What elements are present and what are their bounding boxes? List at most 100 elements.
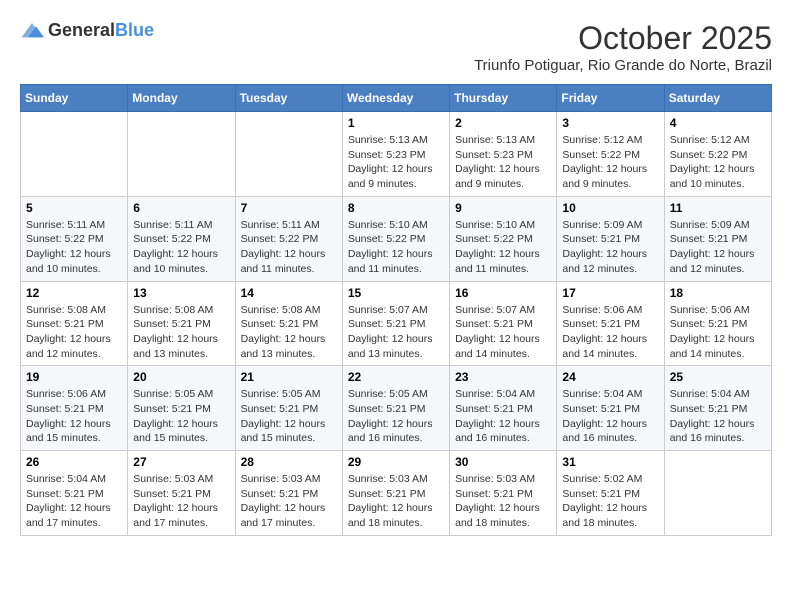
calendar-day-cell xyxy=(128,112,235,197)
logo-icon xyxy=(20,21,44,41)
calendar-table: SundayMondayTuesdayWednesdayThursdayFrid… xyxy=(20,84,772,536)
day-number: 6 xyxy=(133,201,229,215)
day-info: Sunrise: 5:04 AM Sunset: 5:21 PM Dayligh… xyxy=(455,387,551,446)
calendar-day-cell: 21Sunrise: 5:05 AM Sunset: 5:21 PM Dayli… xyxy=(235,366,342,451)
logo-blue: Blue xyxy=(115,20,154,40)
title-area: October 2025 Triunfo Potiguar, Rio Grand… xyxy=(474,20,772,74)
day-info: Sunrise: 5:06 AM Sunset: 5:21 PM Dayligh… xyxy=(562,303,658,362)
day-info: Sunrise: 5:13 AM Sunset: 5:23 PM Dayligh… xyxy=(455,133,551,192)
day-number: 31 xyxy=(562,455,658,469)
day-info: Sunrise: 5:03 AM Sunset: 5:21 PM Dayligh… xyxy=(455,472,551,531)
day-info: Sunrise: 5:03 AM Sunset: 5:21 PM Dayligh… xyxy=(133,472,229,531)
calendar-day-cell: 2 Sunrise: 5:13 AM Sunset: 5:23 PM Daylig… xyxy=(450,112,557,197)
calendar-day-cell: 4 Sunrise: 5:12 AM Sunset: 5:22 PM Daylig… xyxy=(664,112,771,197)
calendar-day-cell: 17 Sunrise: 5:06 AM Sunset: 5:21 PM Dayli… xyxy=(557,281,664,366)
calendar-day-cell: 29 Sunrise: 5:03 AM Sunset: 5:21 PM Dayli… xyxy=(342,451,449,536)
calendar-body: 1 Sunrise: 5:13 AM Sunset: 5:23 PM Daylig… xyxy=(21,112,772,536)
calendar-day-cell: 3Sunrise: 5:12 AM Sunset: 5:22 PM Daylig… xyxy=(557,112,664,197)
weekday-header-cell: Saturday xyxy=(664,85,771,112)
weekday-header-cell: Tuesday xyxy=(235,85,342,112)
day-info: Sunrise: 5:04 AM Sunset: 5:21 PM Dayligh… xyxy=(26,472,122,531)
day-info: Sunrise: 5:08 AM Sunset: 5:21 PM Dayligh… xyxy=(26,303,122,362)
day-number: 16 xyxy=(455,286,551,300)
day-info: Sunrise: 5:13 AM Sunset: 5:23 PM Dayligh… xyxy=(348,133,444,192)
day-info: Sunrise: 5:03 AM Sunset: 5:21 PM Dayligh… xyxy=(348,472,444,531)
calendar-day-cell: 28Sunrise: 5:03 AM Sunset: 5:21 PM Dayli… xyxy=(235,451,342,536)
calendar-day-cell: 31 Sunrise: 5:02 AM Sunset: 5:21 PM Dayli… xyxy=(557,451,664,536)
day-info: Sunrise: 5:06 AM Sunset: 5:21 PM Dayligh… xyxy=(670,303,766,362)
day-info: Sunrise: 5:12 AM Sunset: 5:22 PM Dayligh… xyxy=(670,133,766,192)
calendar-day-cell xyxy=(664,451,771,536)
logo-general: General xyxy=(48,20,115,40)
calendar-day-cell: 30 Sunrise: 5:03 AM Sunset: 5:21 PM Dayli… xyxy=(450,451,557,536)
weekday-header-cell: Monday xyxy=(128,85,235,112)
calendar-week-row: 5 Sunrise: 5:11 AM Sunset: 5:22 PM Daylig… xyxy=(21,196,772,281)
day-info: Sunrise: 5:06 AM Sunset: 5:21 PM Dayligh… xyxy=(26,387,122,446)
day-info: Sunrise: 5:08 AM Sunset: 5:21 PM Dayligh… xyxy=(241,303,337,362)
day-number: 2 xyxy=(455,116,551,130)
day-info: Sunrise: 5:07 AM Sunset: 5:21 PM Dayligh… xyxy=(348,303,444,362)
day-info: Sunrise: 5:05 AM Sunset: 5:21 PM Dayligh… xyxy=(348,387,444,446)
day-number: 29 xyxy=(348,455,444,469)
day-number: 22 xyxy=(348,370,444,384)
calendar-week-row: 19Sunrise: 5:06 AM Sunset: 5:21 PM Dayli… xyxy=(21,366,772,451)
day-info: Sunrise: 5:11 AM Sunset: 5:22 PM Dayligh… xyxy=(26,218,122,277)
weekday-header-cell: Sunday xyxy=(21,85,128,112)
calendar-day-cell: 5 Sunrise: 5:11 AM Sunset: 5:22 PM Daylig… xyxy=(21,196,128,281)
calendar-week-row: 1 Sunrise: 5:13 AM Sunset: 5:23 PM Daylig… xyxy=(21,112,772,197)
day-info: Sunrise: 5:05 AM Sunset: 5:21 PM Dayligh… xyxy=(133,387,229,446)
day-number: 26 xyxy=(26,455,122,469)
day-number: 11 xyxy=(670,201,766,215)
day-info: Sunrise: 5:09 AM Sunset: 5:21 PM Dayligh… xyxy=(562,218,658,277)
day-number: 20 xyxy=(133,370,229,384)
calendar-day-cell: 22 Sunrise: 5:05 AM Sunset: 5:21 PM Dayli… xyxy=(342,366,449,451)
calendar-day-cell: 7Sunrise: 5:11 AM Sunset: 5:22 PM Daylig… xyxy=(235,196,342,281)
month-title: October 2025 xyxy=(474,20,772,57)
day-info: Sunrise: 5:05 AM Sunset: 5:21 PM Dayligh… xyxy=(241,387,337,446)
day-number: 30 xyxy=(455,455,551,469)
calendar-day-cell: 25Sunrise: 5:04 AM Sunset: 5:21 PM Dayli… xyxy=(664,366,771,451)
day-number: 13 xyxy=(133,286,229,300)
weekday-header-cell: Wednesday xyxy=(342,85,449,112)
day-info: Sunrise: 5:10 AM Sunset: 5:22 PM Dayligh… xyxy=(455,218,551,277)
day-info: Sunrise: 5:11 AM Sunset: 5:22 PM Dayligh… xyxy=(241,218,337,277)
calendar-day-cell: 24Sunrise: 5:04 AM Sunset: 5:21 PM Dayli… xyxy=(557,366,664,451)
calendar-day-cell: 6Sunrise: 5:11 AM Sunset: 5:22 PM Daylig… xyxy=(128,196,235,281)
calendar-day-cell: 9Sunrise: 5:10 AM Sunset: 5:22 PM Daylig… xyxy=(450,196,557,281)
calendar-day-cell: 12Sunrise: 5:08 AM Sunset: 5:21 PM Dayli… xyxy=(21,281,128,366)
day-number: 1 xyxy=(348,116,444,130)
calendar-day-cell: 1 Sunrise: 5:13 AM Sunset: 5:23 PM Daylig… xyxy=(342,112,449,197)
day-number: 15 xyxy=(348,286,444,300)
day-number: 4 xyxy=(670,116,766,130)
weekday-header-cell: Thursday xyxy=(450,85,557,112)
day-info: Sunrise: 5:07 AM Sunset: 5:21 PM Dayligh… xyxy=(455,303,551,362)
header: GeneralBlue October 2025 Triunfo Potigua… xyxy=(20,20,772,74)
logo: GeneralBlue xyxy=(20,20,154,41)
calendar-day-cell: 26 Sunrise: 5:04 AM Sunset: 5:21 PM Dayli… xyxy=(21,451,128,536)
calendar-week-row: 12Sunrise: 5:08 AM Sunset: 5:21 PM Dayli… xyxy=(21,281,772,366)
day-info: Sunrise: 5:04 AM Sunset: 5:21 PM Dayligh… xyxy=(562,387,658,446)
calendar-day-cell xyxy=(235,112,342,197)
location-title: Triunfo Potiguar, Rio Grande do Norte, B… xyxy=(474,57,772,74)
day-info: Sunrise: 5:03 AM Sunset: 5:21 PM Dayligh… xyxy=(241,472,337,531)
day-number: 8 xyxy=(348,201,444,215)
day-info: Sunrise: 5:02 AM Sunset: 5:21 PM Dayligh… xyxy=(562,472,658,531)
day-number: 27 xyxy=(133,455,229,469)
calendar-day-cell: 13Sunrise: 5:08 AM Sunset: 5:21 PM Dayli… xyxy=(128,281,235,366)
logo-text: GeneralBlue xyxy=(48,20,154,41)
calendar-day-cell: 23 Sunrise: 5:04 AM Sunset: 5:21 PM Dayli… xyxy=(450,366,557,451)
calendar-day-cell: 19Sunrise: 5:06 AM Sunset: 5:21 PM Dayli… xyxy=(21,366,128,451)
day-info: Sunrise: 5:10 AM Sunset: 5:22 PM Dayligh… xyxy=(348,218,444,277)
day-number: 5 xyxy=(26,201,122,215)
calendar-day-cell: 27 Sunrise: 5:03 AM Sunset: 5:21 PM Dayli… xyxy=(128,451,235,536)
day-number: 18 xyxy=(670,286,766,300)
calendar-day-cell: 15 Sunrise: 5:07 AM Sunset: 5:21 PM Dayli… xyxy=(342,281,449,366)
day-number: 25 xyxy=(670,370,766,384)
calendar-day-cell: 20 Sunrise: 5:05 AM Sunset: 5:21 PM Dayli… xyxy=(128,366,235,451)
calendar-day-cell: 14Sunrise: 5:08 AM Sunset: 5:21 PM Dayli… xyxy=(235,281,342,366)
calendar-day-cell: 10Sunrise: 5:09 AM Sunset: 5:21 PM Dayli… xyxy=(557,196,664,281)
day-number: 17 xyxy=(562,286,658,300)
day-number: 23 xyxy=(455,370,551,384)
calendar-day-cell: 18 Sunrise: 5:06 AM Sunset: 5:21 PM Dayli… xyxy=(664,281,771,366)
calendar-week-row: 26 Sunrise: 5:04 AM Sunset: 5:21 PM Dayli… xyxy=(21,451,772,536)
